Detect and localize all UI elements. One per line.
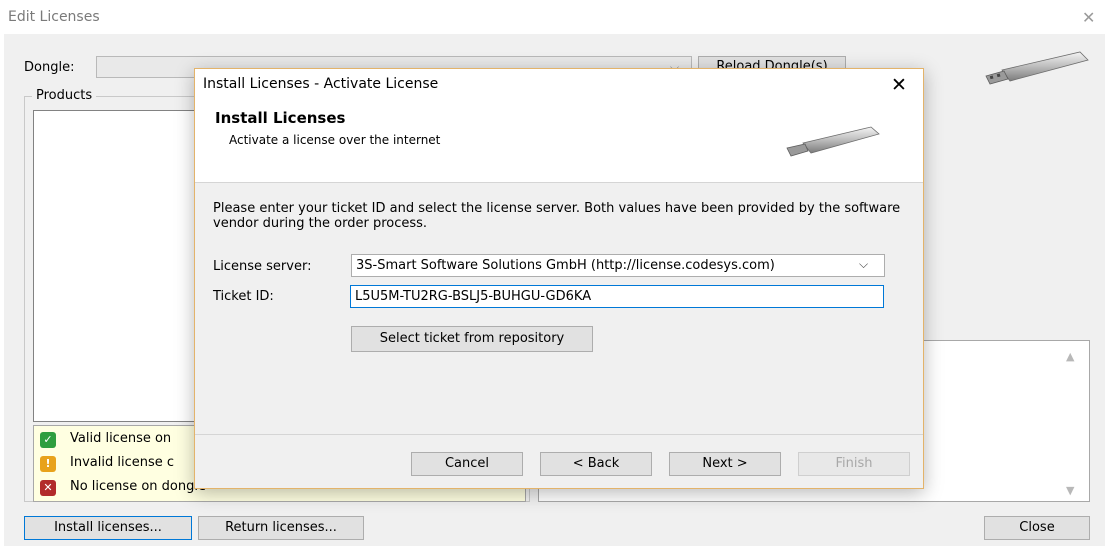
chevron-down-icon[interactable]: ⌵ — [859, 257, 868, 272]
dialog-close-icon[interactable]: ✕ — [891, 74, 907, 96]
license-server-label: License server: — [213, 259, 312, 274]
ticket-id-label: Ticket ID: — [213, 289, 274, 304]
scroll-up-icon[interactable]: ▲ — [1066, 350, 1074, 363]
error-icon: ✕ — [40, 480, 56, 496]
scroll-down-icon[interactable]: ▼ — [1066, 484, 1074, 497]
finish-button: Finish — [798, 452, 910, 476]
dialog-title: Install Licenses - Activate License — [203, 76, 439, 92]
header-subtitle: Activate a license over the internet — [229, 133, 441, 147]
install-licenses-button[interactable]: Install licenses... — [24, 516, 192, 540]
header-title: Install Licenses — [215, 109, 346, 127]
outer-window-title: Edit Licenses — [8, 9, 100, 25]
close-button[interactable]: Close — [984, 516, 1090, 540]
outer-titlebar: Edit Licenses ✕ — [0, 0, 1105, 34]
back-button[interactable]: < Back — [540, 452, 652, 476]
dialog-titlebar: Install Licenses - Activate License ✕ — [195, 69, 923, 101]
select-ticket-button[interactable]: Select ticket from repository — [351, 326, 593, 352]
warning-icon: ! — [40, 456, 56, 472]
instruction-text: Please enter your ticket ID and select t… — [213, 201, 901, 231]
return-licenses-button[interactable]: Return licenses... — [198, 516, 364, 540]
ticket-id-input[interactable] — [350, 285, 884, 308]
outer-close-icon[interactable]: ✕ — [1082, 8, 1095, 27]
check-icon: ✓ — [40, 432, 56, 448]
dialog-header: Install Licenses Activate a license over… — [195, 101, 923, 183]
legend-invalid-text: Invalid license c — [70, 455, 174, 470]
dongle-label: Dongle: — [24, 60, 75, 75]
cancel-button[interactable]: Cancel — [411, 452, 523, 476]
usb-dongle-icon — [786, 126, 880, 157]
dialog-footer-divider — [195, 434, 923, 435]
usb-dongle-icon — [985, 51, 1089, 85]
products-label: Products — [32, 88, 97, 103]
license-server-select[interactable]: 3S-Smart Software Solutions GmbH (http:/… — [351, 254, 885, 277]
next-button[interactable]: Next > — [669, 452, 781, 476]
legend-valid-text: Valid license on — [70, 431, 172, 446]
activate-license-dialog: Install Licenses - Activate License ✕ In… — [194, 68, 924, 489]
legend-none-text: No license on dongle — [70, 479, 206, 494]
